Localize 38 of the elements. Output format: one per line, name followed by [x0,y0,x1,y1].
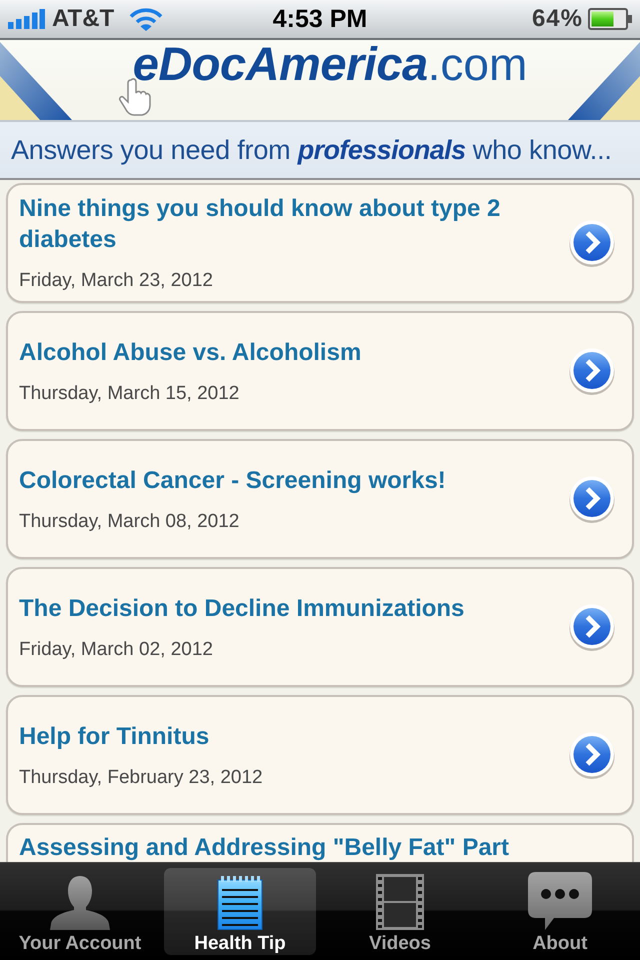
tip-date: Friday, March 02, 2012 [19,638,214,662]
site-logo: eDocAmerica.com [132,43,528,85]
notepad-icon [217,876,263,930]
chevron-right-icon[interactable] [568,603,616,651]
tab[interactable]: About [484,868,636,955]
chevron-right-icon[interactable] [568,219,616,267]
chevron-right-icon[interactable] [568,475,616,523]
health-tip-card[interactable]: Assessing and Addressing "Belly Fat" Part [6,823,634,862]
tip-title: The Decision to Decline Immunizations [19,594,466,624]
person-silhouette-icon [50,876,110,930]
tip-date: Thursday, February 23, 2012 [19,766,264,790]
tab[interactable]: Videos [324,868,476,955]
wifi-icon [129,7,164,31]
tip-title: Colorectal Cancer - Screening works! [19,466,447,496]
health-tip-card[interactable]: Help for Tinnitus Thursday, February 23, 2012 [6,695,634,815]
tagline: Answers you need from professionals who know... [11,134,612,167]
health-tip-card[interactable]: The Decision to Decline Immunizations Friday, March 02, 2012 [6,567,634,687]
battery-icon [588,8,632,30]
signal-icon [8,9,45,29]
speech-bubble-icon [528,872,592,930]
chevron-right-icon[interactable] [568,731,616,779]
tip-title: Help for Tinnitus [19,722,210,752]
carrier-name: AT&T [52,5,114,33]
tip-date: Thursday, March 08, 2012 [19,510,240,534]
film-strip-icon [376,874,424,930]
health-tip-card[interactable]: Nine things you should know about type 2 diabetes Friday, March 23, 2012 [6,183,634,303]
battery-percent: 64% [532,5,583,33]
tip-title: Assessing and Addressing "Belly Fat" Part [19,834,510,862]
health-tip-card[interactable]: Alcohol Abuse vs. Alcoholism Thursday, March 15, 2012 [6,311,634,431]
health-tip-card[interactable]: Colorectal Cancer - Screening works! Thursday, March 08, 2012 [6,439,634,559]
tip-title: Alcohol Abuse vs. Alcoholism [19,338,362,368]
tab[interactable]: Health Tip [164,868,316,955]
chevron-right-icon[interactable] [568,347,616,395]
status-time: 4:53 PM [272,5,368,33]
tab[interactable]: Your Account [4,868,156,955]
tip-date: Thursday, March 15, 2012 [19,382,240,406]
tip-title: Nine things you should know about type 2 diabetes [19,194,502,255]
tip-date: Friday, March 23, 2012 [19,269,214,293]
